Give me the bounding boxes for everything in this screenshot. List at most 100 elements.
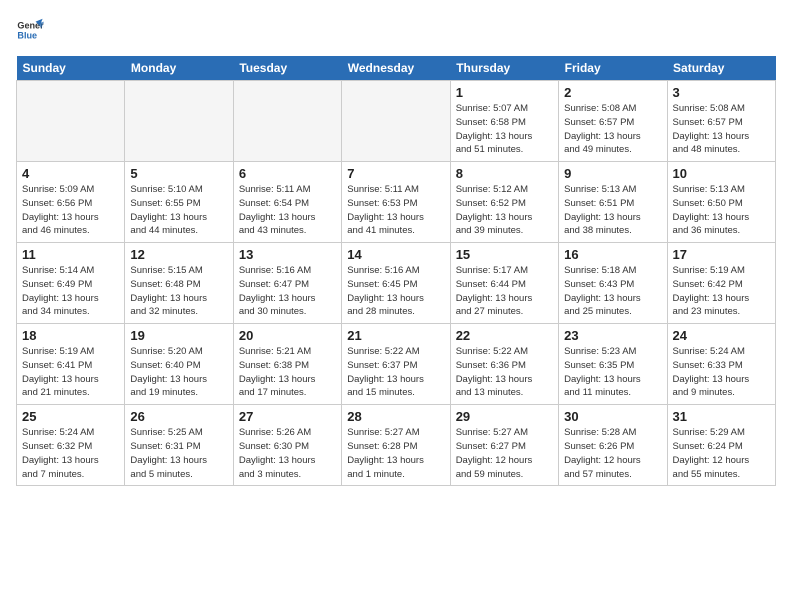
day-info: Sunrise: 5:26 AM Sunset: 6:30 PM Dayligh… [239, 426, 336, 481]
day-info: Sunrise: 5:19 AM Sunset: 6:41 PM Dayligh… [22, 345, 119, 400]
calendar-cell: 17Sunrise: 5:19 AM Sunset: 6:42 PM Dayli… [667, 243, 775, 324]
day-info: Sunrise: 5:23 AM Sunset: 6:35 PM Dayligh… [564, 345, 661, 400]
calendar-cell [233, 81, 341, 162]
day-number: 11 [22, 247, 119, 262]
day-info: Sunrise: 5:25 AM Sunset: 6:31 PM Dayligh… [130, 426, 227, 481]
calendar-cell: 30 Sunrise: 5:28 AM Sunset: 6:26 PM Dayli… [559, 405, 667, 486]
calendar-cell: 11 Sunrise: 5:14 AM Sunset: 6:49 PM Dayli… [17, 243, 125, 324]
day-number: 31 [673, 409, 770, 424]
calendar-cell: 1 Sunrise: 5:07 AM Sunset: 6:58 PM Daylig… [450, 81, 558, 162]
day-info: Sunrise: 5:27 AM Sunset: 6:27 PM Dayligh… [456, 426, 553, 481]
day-number: 25 [22, 409, 119, 424]
day-info: Sunrise: 5:24 AM Sunset: 6:33 PM Dayligh… [673, 345, 770, 400]
day-info: Sunrise: 5:11 AM Sunset: 6:53 PM Dayligh… [347, 183, 444, 238]
day-number: 17 [673, 247, 770, 262]
calendar-cell: 8Sunrise: 5:12 AM Sunset: 6:52 PM Daylig… [450, 162, 558, 243]
weekday-header-row: SundayMondayTuesdayWednesdayThursdayFrid… [17, 56, 776, 81]
day-info: Sunrise: 5:07 AM Sunset: 6:58 PM Dayligh… [456, 102, 553, 157]
calendar-cell: 24 Sunrise: 5:24 AM Sunset: 6:33 PM Dayli… [667, 324, 775, 405]
calendar-cell: 31 Sunrise: 5:29 AM Sunset: 6:24 PM Dayli… [667, 405, 775, 486]
week-row: 4 Sunrise: 5:09 AM Sunset: 6:56 PM Daylig… [17, 162, 776, 243]
calendar-cell: 15 Sunrise: 5:17 AM Sunset: 6:44 PM Dayli… [450, 243, 558, 324]
day-number: 15 [456, 247, 553, 262]
calendar-cell: 9 Sunrise: 5:13 AM Sunset: 6:51 PM Daylig… [559, 162, 667, 243]
weekday-header: Tuesday [233, 56, 341, 81]
day-number: 23 [564, 328, 661, 343]
weekday-header: Wednesday [342, 56, 450, 81]
week-row: 1 Sunrise: 5:07 AM Sunset: 6:58 PM Daylig… [17, 81, 776, 162]
weekday-header: Monday [125, 56, 233, 81]
calendar-cell [342, 81, 450, 162]
calendar-cell [125, 81, 233, 162]
day-info: Sunrise: 5:27 AM Sunset: 6:28 PM Dayligh… [347, 426, 444, 481]
day-number: 9 [564, 166, 661, 181]
logo: General Blue [16, 16, 48, 44]
day-number: 13 [239, 247, 336, 262]
day-number: 19 [130, 328, 227, 343]
day-info: Sunrise: 5:28 AM Sunset: 6:26 PM Dayligh… [564, 426, 661, 481]
calendar-table: SundayMondayTuesdayWednesdayThursdayFrid… [16, 56, 776, 486]
calendar-cell: 25Sunrise: 5:24 AM Sunset: 6:32 PM Dayli… [17, 405, 125, 486]
day-number: 2 [564, 85, 661, 100]
weekday-header: Thursday [450, 56, 558, 81]
day-info: Sunrise: 5:17 AM Sunset: 6:44 PM Dayligh… [456, 264, 553, 319]
day-number: 21 [347, 328, 444, 343]
day-info: Sunrise: 5:22 AM Sunset: 6:37 PM Dayligh… [347, 345, 444, 400]
day-number: 12 [130, 247, 227, 262]
day-number: 29 [456, 409, 553, 424]
day-number: 6 [239, 166, 336, 181]
day-number: 20 [239, 328, 336, 343]
day-info: Sunrise: 5:09 AM Sunset: 6:56 PM Dayligh… [22, 183, 119, 238]
day-number: 22 [456, 328, 553, 343]
calendar-cell: 28 Sunrise: 5:27 AM Sunset: 6:28 PM Dayli… [342, 405, 450, 486]
calendar-cell: 6Sunrise: 5:11 AM Sunset: 6:54 PM Daylig… [233, 162, 341, 243]
calendar-cell: 13 Sunrise: 5:16 AM Sunset: 6:47 PM Dayli… [233, 243, 341, 324]
week-row: 25Sunrise: 5:24 AM Sunset: 6:32 PM Dayli… [17, 405, 776, 486]
day-info: Sunrise: 5:08 AM Sunset: 6:57 PM Dayligh… [564, 102, 661, 157]
day-info: Sunrise: 5:12 AM Sunset: 6:52 PM Dayligh… [456, 183, 553, 238]
day-info: Sunrise: 5:16 AM Sunset: 6:47 PM Dayligh… [239, 264, 336, 319]
calendar-cell: 7 Sunrise: 5:11 AM Sunset: 6:53 PM Daylig… [342, 162, 450, 243]
day-info: Sunrise: 5:13 AM Sunset: 6:51 PM Dayligh… [564, 183, 661, 238]
day-info: Sunrise: 5:10 AM Sunset: 6:55 PM Dayligh… [130, 183, 227, 238]
day-info: Sunrise: 5:16 AM Sunset: 6:45 PM Dayligh… [347, 264, 444, 319]
day-info: Sunrise: 5:15 AM Sunset: 6:48 PM Dayligh… [130, 264, 227, 319]
day-info: Sunrise: 5:08 AM Sunset: 6:57 PM Dayligh… [673, 102, 770, 157]
calendar-cell: 27Sunrise: 5:26 AM Sunset: 6:30 PM Dayli… [233, 405, 341, 486]
day-info: Sunrise: 5:14 AM Sunset: 6:49 PM Dayligh… [22, 264, 119, 319]
day-number: 10 [673, 166, 770, 181]
day-number: 5 [130, 166, 227, 181]
week-row: 11 Sunrise: 5:14 AM Sunset: 6:49 PM Dayli… [17, 243, 776, 324]
calendar-cell: 4 Sunrise: 5:09 AM Sunset: 6:56 PM Daylig… [17, 162, 125, 243]
weekday-header: Friday [559, 56, 667, 81]
day-info: Sunrise: 5:21 AM Sunset: 6:38 PM Dayligh… [239, 345, 336, 400]
day-number: 7 [347, 166, 444, 181]
day-number: 30 [564, 409, 661, 424]
calendar-cell: 5 Sunrise: 5:10 AM Sunset: 6:55 PM Daylig… [125, 162, 233, 243]
calendar-cell: 20 Sunrise: 5:21 AM Sunset: 6:38 PM Dayli… [233, 324, 341, 405]
day-number: 16 [564, 247, 661, 262]
weekday-header: Saturday [667, 56, 775, 81]
day-info: Sunrise: 5:29 AM Sunset: 6:24 PM Dayligh… [673, 426, 770, 481]
day-number: 26 [130, 409, 227, 424]
calendar-cell: 19 Sunrise: 5:20 AM Sunset: 6:40 PM Dayli… [125, 324, 233, 405]
calendar-cell: 23 Sunrise: 5:23 AM Sunset: 6:35 PM Dayli… [559, 324, 667, 405]
day-info: Sunrise: 5:18 AM Sunset: 6:43 PM Dayligh… [564, 264, 661, 319]
day-number: 24 [673, 328, 770, 343]
svg-text:Blue: Blue [17, 30, 37, 40]
day-info: Sunrise: 5:22 AM Sunset: 6:36 PM Dayligh… [456, 345, 553, 400]
day-info: Sunrise: 5:20 AM Sunset: 6:40 PM Dayligh… [130, 345, 227, 400]
calendar-cell: 16 Sunrise: 5:18 AM Sunset: 6:43 PM Dayli… [559, 243, 667, 324]
calendar-cell [17, 81, 125, 162]
page-header: General Blue [16, 16, 776, 44]
day-number: 1 [456, 85, 553, 100]
week-row: 18Sunrise: 5:19 AM Sunset: 6:41 PM Dayli… [17, 324, 776, 405]
calendar-cell: 10Sunrise: 5:13 AM Sunset: 6:50 PM Dayli… [667, 162, 775, 243]
calendar-cell: 14Sunrise: 5:16 AM Sunset: 6:45 PM Dayli… [342, 243, 450, 324]
day-number: 28 [347, 409, 444, 424]
day-number: 4 [22, 166, 119, 181]
calendar-cell: 3 Sunrise: 5:08 AM Sunset: 6:57 PM Daylig… [667, 81, 775, 162]
logo-icon: General Blue [16, 16, 44, 44]
day-number: 3 [673, 85, 770, 100]
weekday-header: Sunday [17, 56, 125, 81]
